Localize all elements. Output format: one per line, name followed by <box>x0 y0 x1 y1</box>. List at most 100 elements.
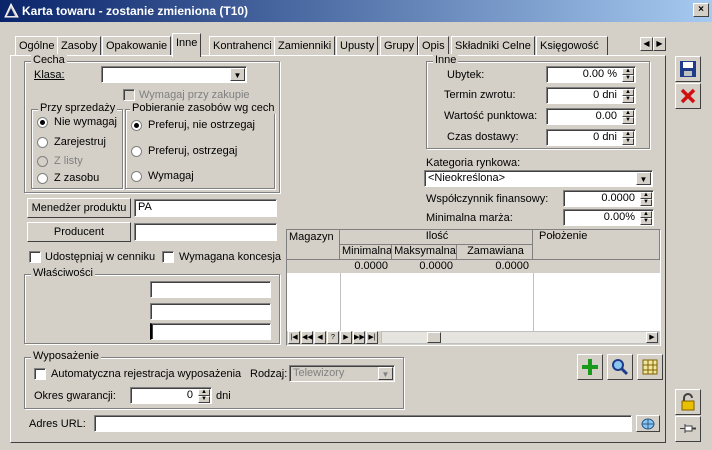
cancel-button[interactable] <box>675 83 701 109</box>
tab-ksiegowosc[interactable]: Księgowość <box>536 36 608 56</box>
tab-opakowanie[interactable]: Opakowanie <box>102 36 172 56</box>
tab-kontrahenci[interactable]: Kontrahenci <box>209 36 276 56</box>
kategoria-label: Kategoria rynkowa: <box>426 157 521 169</box>
col-minimalna-header[interactable]: Minimalna <box>340 245 392 260</box>
col-divider <box>533 273 534 331</box>
col-maksymalna-header[interactable]: Maksymalna <box>392 245 457 260</box>
col-divider <box>340 273 341 331</box>
tab-skladniki-celne[interactable]: Składniki Celne <box>451 36 535 56</box>
wartosc-punktowa-spinner[interactable]: ▲ ▼ <box>622 110 634 124</box>
czas-dostawy-spinner[interactable]: ▲ ▼ <box>622 131 634 145</box>
search-button[interactable] <box>607 354 633 380</box>
wlasciwosc-field-3[interactable] <box>150 323 271 340</box>
close-window-button[interactable]: × <box>693 3 709 17</box>
wartosc-punktowa-field[interactable]: 0.00 ▲ ▼ <box>546 108 636 125</box>
tab-scroll-right-button[interactable]: ▶ <box>653 37 666 51</box>
tab-ogolne[interactable]: Ogólne <box>15 36 59 56</box>
ubytek-field[interactable]: 0.00 % ▲ ▼ <box>546 66 636 83</box>
menedzer-produktu-field[interactable]: PA <box>134 199 277 217</box>
radio-wymagaj[interactable] <box>131 171 142 182</box>
chevron-down-icon[interactable]: ▼ <box>230 68 245 81</box>
url-field[interactable] <box>94 415 632 432</box>
czas-dostawy-label: Czas dostawy: <box>447 131 519 143</box>
app-icon <box>4 3 19 18</box>
nav-prev-page-button[interactable]: ◀◀ <box>301 331 313 344</box>
tab-scroll-left-button[interactable]: ◀ <box>640 37 653 51</box>
kategoria-select[interactable]: <Nieokreślona> ▼ <box>424 170 653 187</box>
nav-first-button[interactable]: |◀ <box>288 331 300 344</box>
producent-button[interactable]: Producent <box>27 222 131 242</box>
radio-z-zasobu[interactable] <box>37 173 48 184</box>
ubytek-label: Ubytek: <box>447 69 485 81</box>
termin-zwrotu-spinner[interactable]: ▲ ▼ <box>622 89 634 103</box>
scrollbar-thumb[interactable] <box>427 332 441 343</box>
preferuj-nie-ostrzegaj-label: Preferuj, nie ostrzegaj <box>148 119 255 131</box>
wspolczynnik-label: Współczynnik finansowy: <box>426 193 549 205</box>
nie-wymagaj-label: Nie wymagaj <box>54 116 117 128</box>
marza-label: Minimalna marża: <box>426 212 513 224</box>
koncesja-checkbox[interactable] <box>162 251 174 263</box>
col-magazyn-header[interactable]: Magazyn <box>287 230 340 260</box>
okres-gwarancji-label: Okres gwarancji: <box>34 390 116 402</box>
col-polozenie-header[interactable]: Położenie <box>533 230 660 260</box>
chevron-down-icon[interactable]: ▼ <box>636 172 651 185</box>
przy-sprzedazy-legend: Przy sprzedaży <box>38 102 118 114</box>
ubytek-spinner[interactable]: ▲ ▼ <box>622 68 634 82</box>
url-label: Adres URL: <box>29 418 86 430</box>
tab-zasoby[interactable]: Zasoby <box>57 36 102 56</box>
tab-grupy[interactable]: Grupy <box>380 36 418 56</box>
col-zamawiana-header[interactable]: Zamawiana <box>457 245 533 260</box>
tab-zamienniki[interactable]: Zamienniki <box>274 36 336 56</box>
radio-nie-wymagaj[interactable] <box>37 117 48 128</box>
open-url-button[interactable] <box>636 415 660 432</box>
producent-field[interactable] <box>134 223 277 241</box>
nav-next-button[interactable]: ▶ <box>340 331 352 344</box>
radio-preferuj-ostrzegaj[interactable] <box>131 146 142 157</box>
termin-zwrotu-field[interactable]: 0 dni ▲ ▼ <box>546 87 636 104</box>
magazyn-grid[interactable]: Magazyn Ilość Minimalna Maksymalna Zamaw… <box>286 229 661 346</box>
marza-spinner[interactable]: ▲ ▼ <box>640 211 652 225</box>
rodzaj-select: Telewizory ▼ <box>289 365 395 382</box>
col-ilosc-header[interactable]: Ilość <box>340 230 533 245</box>
wlasciwosc-field-2[interactable] <box>150 303 271 320</box>
tab-upusty[interactable]: Upusty <box>336 36 379 56</box>
add-button[interactable] <box>577 354 603 380</box>
termin-zwrotu-label: Termin zwrotu: <box>444 89 516 101</box>
tab-opis[interactable]: Opis <box>418 36 449 56</box>
wspolczynnik-field[interactable]: 0.0000 ▲ ▼ <box>563 190 654 207</box>
okres-gwarancji-unit: dni <box>216 390 231 402</box>
czas-dostawy-field[interactable]: 0 dni ▲ ▼ <box>546 129 636 146</box>
wymagaj-label: Wymagaj <box>148 170 194 182</box>
details-button[interactable] <box>637 354 663 380</box>
close-icon <box>680 88 696 104</box>
zarejestruj-label: Zarejestruj <box>54 136 106 148</box>
nav-prev-button[interactable]: ◀ <box>314 331 326 344</box>
radio-zarejestruj[interactable] <box>37 137 48 148</box>
window-title: Karta towaru - zostanie zmieniona (T10) <box>22 4 249 18</box>
okres-gwarancji-field[interactable]: 0 ▲ ▼ <box>130 387 212 404</box>
scroll-right-arrow-icon[interactable]: ▶ <box>646 332 658 343</box>
radio-preferuj-nie-ostrzegaj[interactable] <box>131 120 142 131</box>
wspolczynnik-spinner[interactable]: ▲ ▼ <box>640 192 652 206</box>
auto-rejestracja-label: Automatyczna rejestracja wyposażenia <box>51 368 242 380</box>
nav-search-button[interactable]: ? <box>327 331 339 344</box>
wartosc-punktowa-label: Wartość punktowa: <box>444 110 538 122</box>
wlasciwosc-field-1[interactable] <box>150 281 271 298</box>
marza-field[interactable]: 0.00% ▲ ▼ <box>563 209 654 226</box>
plus-icon <box>582 359 598 375</box>
horizontal-scrollbar[interactable]: ▶ <box>381 331 659 344</box>
okres-gwarancji-spinner[interactable]: ▲ ▼ <box>198 389 210 403</box>
globe-icon <box>641 418 655 430</box>
nav-last-button[interactable]: ▶| <box>366 331 378 344</box>
auto-rejestracja-checkbox[interactable] <box>34 368 46 380</box>
klasa-select[interactable]: ▼ <box>101 66 247 83</box>
pin-button[interactable] <box>675 416 701 442</box>
menedzer-produktu-button[interactable]: Menedżer produktu <box>27 198 131 218</box>
title-bar: Karta towaru - zostanie zmieniona (T10) … <box>0 0 712 22</box>
lock-button[interactable] <box>675 389 701 415</box>
save-button[interactable] <box>675 56 701 82</box>
inne-legend: Inne <box>433 54 459 66</box>
tab-inne[interactable]: Inne <box>172 33 202 57</box>
nav-next-page-button[interactable]: ▶▶ <box>353 331 365 344</box>
udostepniaj-checkbox[interactable] <box>29 251 41 263</box>
